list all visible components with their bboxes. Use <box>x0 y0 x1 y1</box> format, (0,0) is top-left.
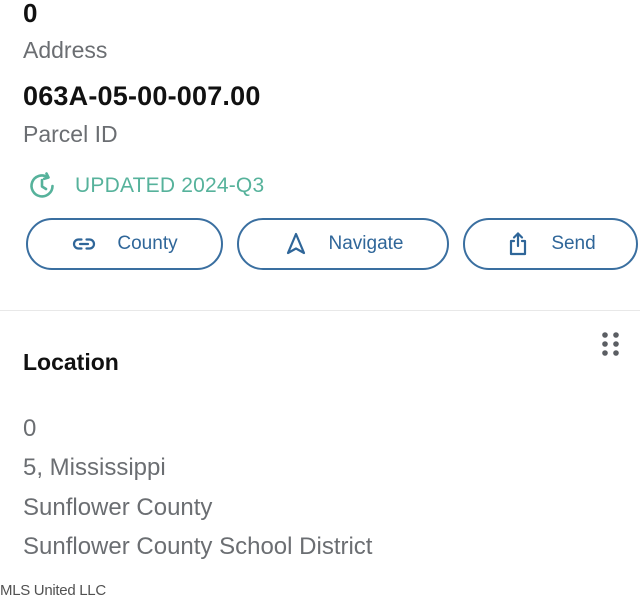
location-section-title: Location <box>23 349 119 375</box>
address-value: 0 <box>23 0 38 28</box>
parcel-id-label: Parcel ID <box>23 121 118 147</box>
navigate-button-label: Navigate <box>328 233 404 254</box>
send-button[interactable]: Send <box>463 218 638 270</box>
updated-text: UPDATED 2024-Q3 <box>75 174 265 197</box>
location-line: 0 <box>23 415 37 442</box>
address-label: Address <box>23 37 108 63</box>
updated-status: UPDATED 2024-Q3 <box>25 170 264 202</box>
link-icon <box>71 231 97 257</box>
navigate-button[interactable]: Navigate <box>237 218 449 270</box>
location-line: Sunflower County School District <box>23 533 373 560</box>
share-icon <box>505 231 531 257</box>
location-line: 5, Mississippi <box>23 454 166 481</box>
watermark: MLS United LLC <box>0 582 106 599</box>
drag-handle-icon[interactable] <box>600 331 622 359</box>
location-line: Sunflower County <box>23 494 213 521</box>
section-divider <box>0 310 640 311</box>
county-button[interactable]: County <box>26 218 223 270</box>
parcel-id-value: 063A-05-00-007.00 <box>23 81 261 111</box>
navigation-arrow-icon <box>283 231 309 257</box>
refresh-clock-icon <box>25 169 59 203</box>
send-button-label: Send <box>551 233 596 254</box>
county-button-label: County <box>117 233 178 254</box>
